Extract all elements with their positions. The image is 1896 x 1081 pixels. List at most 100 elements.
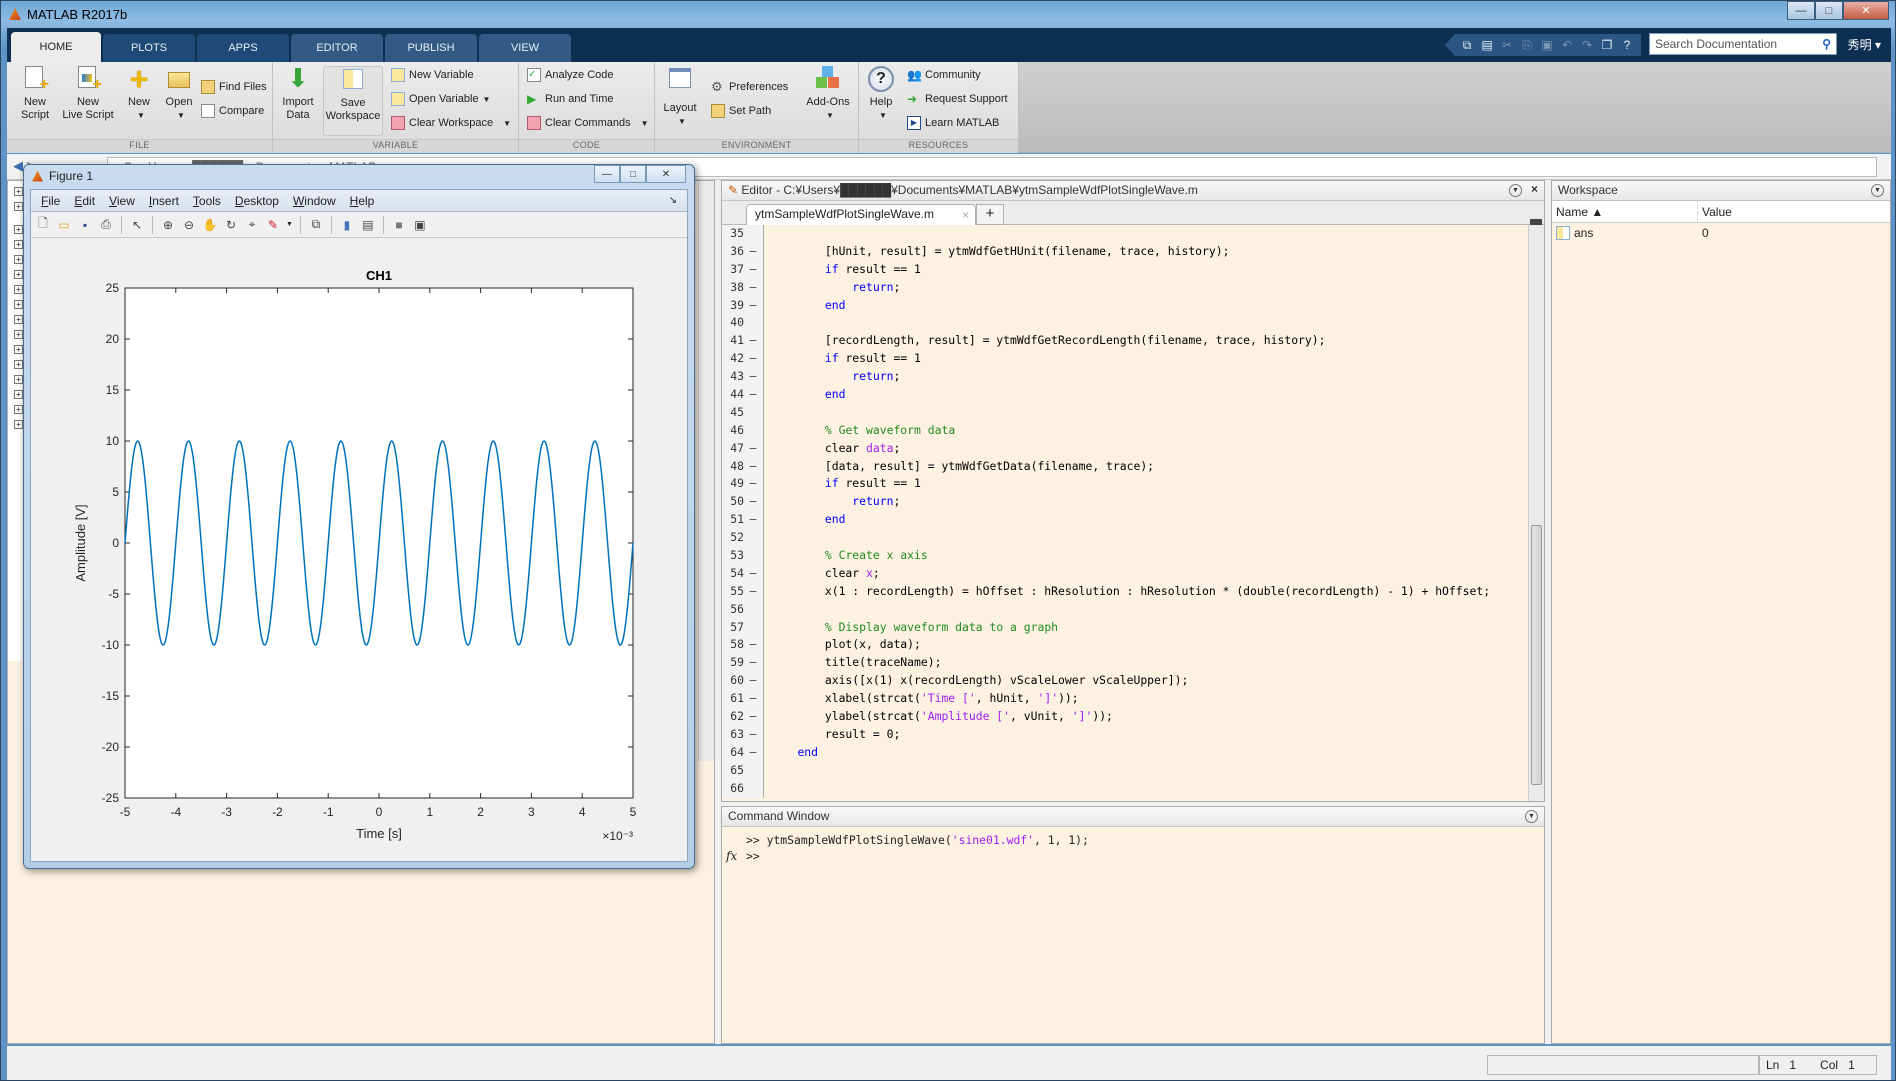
code-line[interactable]: 44– end bbox=[722, 386, 1520, 404]
code-line[interactable]: 66 bbox=[722, 779, 1520, 798]
compare-button[interactable]: Compare bbox=[201, 104, 264, 118]
editor-scrollbar[interactable] bbox=[1528, 219, 1544, 801]
help-icon[interactable]: ? bbox=[1619, 37, 1635, 53]
minimize-button[interactable]: — bbox=[1787, 1, 1815, 20]
run-and-time-button[interactable]: ▶ Run and Time bbox=[527, 92, 613, 106]
set-path-button[interactable]: Set Path bbox=[711, 104, 771, 118]
code-line[interactable]: 48– [data, result] = ytmWdfGetData(filen… bbox=[722, 457, 1520, 476]
community-button[interactable]: 👥 Community bbox=[907, 68, 981, 82]
code-line[interactable]: 42– if result == 1 bbox=[722, 350, 1520, 369]
figure-title-bar[interactable]: Figure 1 — □ ✕ bbox=[24, 165, 694, 187]
expand-icon[interactable]: + bbox=[14, 285, 23, 294]
expand-icon[interactable]: + bbox=[14, 360, 23, 369]
save-workspace-button[interactable]: Save Workspace bbox=[323, 66, 383, 136]
code-line[interactable]: 51– end bbox=[722, 511, 1520, 530]
breakpoint-marker[interactable]: – bbox=[746, 493, 760, 512]
figure-menu-item[interactable]: Edit bbox=[74, 194, 95, 208]
breakpoint-marker[interactable]: – bbox=[746, 582, 760, 601]
code-line[interactable]: 54– clear x; bbox=[722, 564, 1520, 583]
expand-icon[interactable]: + bbox=[14, 202, 23, 211]
figure-minimize-button[interactable]: — bbox=[594, 165, 620, 183]
breakpoint-marker[interactable]: – bbox=[746, 260, 760, 279]
breakpoint-marker[interactable]: – bbox=[746, 278, 760, 297]
code-line[interactable]: 46 % Get waveform data bbox=[722, 421, 1520, 440]
close-editor-icon[interactable]: × bbox=[1531, 182, 1538, 196]
code-line[interactable]: 61– xlabel(strcat('Time [', hUnit, ']'))… bbox=[722, 690, 1520, 709]
code-line[interactable]: 38– return; bbox=[722, 278, 1520, 297]
copy-icon[interactable]: ⎘ bbox=[1519, 37, 1535, 53]
breakpoint-marker[interactable]: – bbox=[746, 368, 760, 387]
editor-tab-file[interactable]: ytmSampleWdfPlotSingleWave.m × bbox=[746, 204, 976, 225]
breakpoint-marker[interactable] bbox=[746, 421, 760, 440]
figure-menu-item[interactable]: Window bbox=[293, 194, 336, 208]
breakpoint-marker[interactable] bbox=[746, 403, 760, 422]
breakpoint-marker[interactable]: – bbox=[746, 654, 760, 673]
figure-menu-item[interactable]: File bbox=[41, 194, 60, 208]
code-line[interactable]: 55– x(1 : recordLength) = hOffset : hRes… bbox=[722, 582, 1520, 601]
expand-icon[interactable]: + bbox=[14, 345, 23, 354]
breakpoint-marker[interactable]: – bbox=[746, 743, 760, 762]
folder-scrollbar[interactable] bbox=[698, 181, 714, 761]
switch-windows-icon[interactable]: ❐ bbox=[1599, 37, 1615, 53]
panel-menu-icon[interactable]: ▼ bbox=[1509, 184, 1522, 197]
chevron-down-icon[interactable]: ▼ bbox=[286, 221, 293, 228]
scroll-thumb[interactable] bbox=[1531, 525, 1542, 785]
code-line[interactable]: 56 bbox=[722, 600, 1520, 619]
breakpoint-marker[interactable]: – bbox=[746, 636, 760, 655]
back-arrow-icon[interactable]: ◀ bbox=[13, 158, 23, 174]
code-line[interactable]: 37– if result == 1 bbox=[722, 260, 1520, 279]
code-line[interactable]: 35 bbox=[722, 225, 1520, 243]
breakpoint-marker[interactable] bbox=[746, 618, 760, 637]
expand-icon[interactable]: + bbox=[14, 300, 23, 309]
figure-menu-item[interactable]: View bbox=[109, 194, 135, 208]
breakpoint-marker[interactable]: – bbox=[746, 564, 760, 583]
legend-icon[interactable]: ▤ bbox=[360, 217, 376, 233]
add-ons-button[interactable]: Add-Ons ▼ bbox=[803, 66, 853, 122]
link-plot-icon[interactable]: ⧉ bbox=[308, 217, 324, 233]
figure-menu-item[interactable]: Help bbox=[350, 194, 375, 208]
code-line[interactable]: 40 bbox=[722, 314, 1520, 333]
hide-plot-tools-icon[interactable]: ■ bbox=[391, 217, 407, 233]
figure-close-button[interactable]: ✕ bbox=[646, 165, 686, 183]
search-icon[interactable]: ⚲ bbox=[1822, 37, 1831, 51]
code-line[interactable]: 57 % Display waveform data to a graph bbox=[722, 618, 1520, 637]
command-output[interactable]: >> ytmSampleWdfPlotSingleWave('sine01.wd… bbox=[722, 827, 1544, 863]
code-line[interactable]: 36– [hUnit, result] = ytmWdfGetHUnit(fil… bbox=[722, 242, 1520, 261]
new-live-script-button[interactable]: + New Live Script bbox=[57, 66, 119, 122]
dock-arrow-icon[interactable]: ↘ bbox=[669, 195, 677, 206]
learn-matlab-button[interactable]: ▶ Learn MATLAB bbox=[907, 116, 999, 130]
colorbar-icon[interactable]: ▮ bbox=[339, 217, 355, 233]
close-button[interactable]: ✕ bbox=[1843, 1, 1889, 20]
breakpoint-marker[interactable]: – bbox=[746, 296, 760, 315]
tab-home[interactable]: HOME bbox=[11, 32, 101, 62]
brush-icon[interactable]: ✎ bbox=[265, 217, 281, 233]
expand-icon[interactable]: + bbox=[14, 330, 23, 339]
zoom-in-icon[interactable]: ⊕ bbox=[160, 217, 176, 233]
tab-apps[interactable]: APPS bbox=[197, 34, 289, 62]
rotate-icon[interactable]: ↻ bbox=[223, 217, 239, 233]
tab-view[interactable]: VIEW bbox=[479, 34, 571, 62]
paste-icon[interactable]: ▣ bbox=[1539, 37, 1555, 53]
code-line[interactable]: 45 bbox=[722, 403, 1520, 422]
clear-workspace-button[interactable]: Clear Workspace ▼ bbox=[391, 116, 511, 130]
breakpoint-marker[interactable]: – bbox=[746, 690, 760, 709]
expand-icon[interactable]: + bbox=[14, 315, 23, 324]
code-line[interactable]: 39– end bbox=[722, 296, 1520, 315]
code-line[interactable]: 43– return; bbox=[722, 368, 1520, 387]
zoom-out-icon[interactable]: ⊖ bbox=[181, 217, 197, 233]
tab-publish[interactable]: PUBLISH bbox=[385, 34, 477, 62]
new-simulink-icon[interactable]: ⧉ bbox=[1459, 37, 1475, 53]
code-line[interactable]: 50– return; bbox=[722, 493, 1520, 512]
breakpoint-marker[interactable]: – bbox=[746, 672, 760, 691]
breakpoint-marker[interactable] bbox=[746, 225, 760, 243]
breakpoint-marker[interactable]: – bbox=[746, 439, 760, 458]
find-files-button[interactable]: Find Files bbox=[201, 80, 267, 94]
print-icon[interactable]: ⎙ bbox=[98, 217, 114, 233]
breakpoint-marker[interactable]: – bbox=[746, 350, 760, 369]
expand-icon[interactable]: + bbox=[14, 375, 23, 384]
code-line[interactable]: 41– [recordLength, result] = ytmWdfGetRe… bbox=[722, 332, 1520, 351]
plot-axes[interactable]: -5 -4 -3 -2 -1 0 1 2 3 4 52520151050-5-10-15-20-25… bbox=[31, 240, 689, 848]
code-line[interactable]: 60– axis([x(1) x(recordLength) vScaleLow… bbox=[722, 672, 1520, 691]
pan-icon[interactable]: ✋ bbox=[202, 217, 218, 233]
workspace-row[interactable]: ans 0 bbox=[1552, 223, 1890, 243]
